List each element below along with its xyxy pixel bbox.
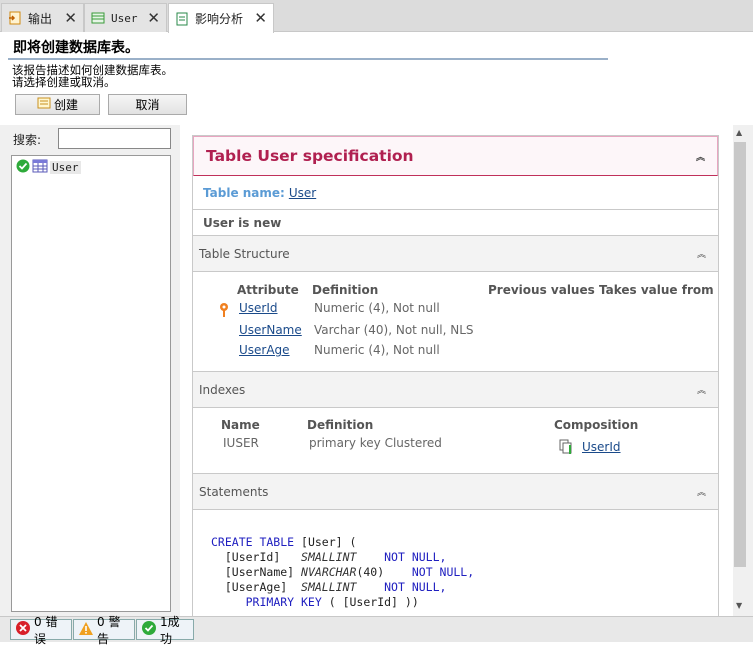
description-line: 请选择创建或取消。	[12, 75, 116, 89]
spec-title-text: Table User specification	[206, 147, 414, 165]
attribute-link[interactable]: UserName	[239, 323, 302, 337]
section-indexes[interactable]: Indexes ︽	[193, 372, 718, 408]
scroll-down-icon[interactable]: ▼	[736, 601, 742, 610]
code-line: [UserAge] SMALLINT NOT NULL,	[224, 580, 447, 594]
table-icon	[91, 11, 105, 25]
page-title: 即将创建数据库表。	[13, 40, 139, 56]
tab-impact-analysis[interactable]: 影响分析 ✕	[168, 3, 274, 33]
tab-label: 输出	[28, 11, 53, 26]
section-title: Statements	[199, 484, 269, 499]
section-title: Table Structure	[199, 246, 290, 261]
status-bar: 0 错误 0 警告 1成功	[0, 615, 753, 646]
close-icon[interactable]: ✕	[64, 10, 77, 26]
create-icon	[37, 97, 51, 112]
composition-icon	[559, 439, 573, 458]
spec-title: Table User specification ︽	[193, 136, 718, 176]
table-icon	[32, 159, 48, 176]
tree-item-user[interactable]: User	[16, 159, 81, 175]
scrollbar-thumb[interactable]	[734, 142, 746, 567]
success-icon	[141, 620, 157, 639]
section-title: Indexes	[199, 382, 246, 397]
column-header: Composition	[554, 418, 639, 432]
attribute-link[interactable]: UserAge	[239, 343, 290, 357]
attribute-definition: Numeric (4), Not null	[314, 301, 440, 315]
vertical-scrollbar[interactable]: ▲ ▼	[733, 125, 747, 616]
indexes-grid: Name Definition Composition IUSER primar…	[193, 408, 718, 474]
warnings-count: 0 警告	[97, 614, 121, 646]
cancel-label: 取消	[135, 98, 160, 112]
success-count: 1成功	[160, 614, 180, 646]
table-name-link[interactable]: User	[289, 186, 316, 200]
section-statements[interactable]: Statements ︽	[193, 474, 718, 510]
tab-user[interactable]: User ✕	[84, 3, 167, 32]
collapse-icon[interactable]: ︽	[696, 150, 705, 163]
column-header: Definition	[312, 283, 379, 297]
structure-grid: Attribute Definition Previous values Tak…	[193, 272, 718, 372]
column-header: Name	[221, 418, 260, 432]
attribute-link[interactable]: UserId	[239, 301, 278, 315]
warnings-filter-button[interactable]: 0 警告	[73, 615, 135, 646]
tree-item-label: User	[50, 160, 81, 174]
statements-code: CREATE TABLE [User] ( [UserId] SMALLINT …	[193, 510, 718, 616]
column-header: Definition	[307, 418, 374, 432]
main-area: 搜索: User Table User specification ︽ Tabl…	[0, 125, 753, 616]
collapse-icon[interactable]: ︽	[697, 383, 706, 396]
code-line: [UserId] SMALLINT NOT NULL,	[224, 550, 447, 564]
close-icon[interactable]: ✕	[147, 10, 160, 26]
report-viewer: Table User specification ︽ Table name: U…	[180, 125, 733, 616]
code-line: CREATE TABLE [User] (	[211, 535, 357, 549]
is-new-row: User is new	[193, 210, 718, 236]
attribute-definition: Varchar (40), Not null, NLS	[314, 323, 474, 337]
table-name-label: Table name:	[203, 185, 285, 200]
title-underline	[8, 58, 608, 60]
search-label: 搜索:	[13, 133, 42, 147]
check-icon	[16, 159, 30, 176]
tab-output[interactable]: 输出 ✕	[1, 3, 84, 32]
column-header: Previous values	[488, 283, 595, 297]
section-table-structure[interactable]: Table Structure ︽	[193, 236, 718, 272]
composition-link[interactable]: UserId	[582, 440, 621, 454]
search-input[interactable]	[58, 128, 171, 149]
code-line: PRIMARY KEY ( [UserId] ))	[245, 595, 419, 609]
tab-label: User	[111, 11, 138, 25]
code-line: [UserName] NVARCHAR(40) NOT NULL,	[224, 565, 475, 579]
error-icon	[15, 620, 31, 639]
object-tree: User	[11, 155, 171, 612]
output-icon	[8, 11, 22, 25]
collapse-icon[interactable]: ︽	[697, 247, 706, 260]
tab-label: 影响分析	[195, 12, 244, 26]
table-name-row: Table name: User	[193, 176, 718, 210]
errors-filter-button[interactable]: 0 错误	[10, 615, 72, 646]
index-name: IUSER	[223, 436, 259, 450]
spec-card: Table User specification ︽ Table name: U…	[192, 135, 719, 616]
scroll-up-icon[interactable]: ▲	[736, 128, 742, 137]
column-header: Takes value from	[599, 283, 714, 297]
warning-icon	[78, 621, 94, 639]
create-button[interactable]: 创建	[15, 94, 100, 115]
report-header: 即将创建数据库表。 该报告描述如何创建数据库表。 请选择创建或取消。 创建 取消	[0, 33, 753, 125]
description: 该报告描述如何创建数据库表。 请选择创建或取消。	[12, 64, 173, 88]
tab-bar: 输出 ✕ User ✕ 影响分析 ✕	[0, 0, 753, 33]
index-definition: primary key Clustered	[309, 436, 442, 450]
key-icon	[218, 302, 230, 321]
collapse-icon[interactable]: ︽	[697, 485, 706, 498]
analysis-icon	[175, 12, 189, 26]
errors-count: 0 错误	[34, 614, 58, 646]
attribute-definition: Numeric (4), Not null	[314, 343, 440, 357]
close-icon[interactable]: ✕	[254, 11, 267, 26]
column-header: Attribute	[237, 283, 299, 297]
cancel-button[interactable]: 取消	[108, 94, 187, 115]
create-label: 创建	[53, 98, 78, 112]
success-filter-button[interactable]: 1成功	[136, 615, 194, 646]
